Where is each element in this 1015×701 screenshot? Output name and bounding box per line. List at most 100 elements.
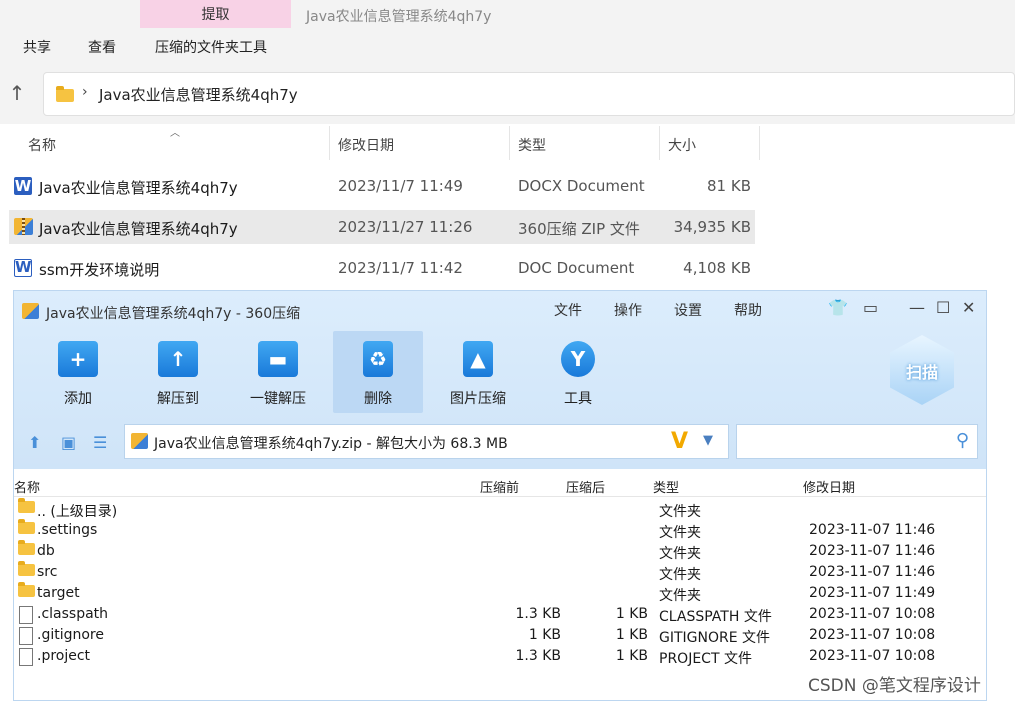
item-date: 2023-11-07 10:08 [809, 627, 936, 643]
scan-label: 扫描 [905, 363, 938, 382]
up-arrow-icon[interactable]: ↑ [6, 82, 28, 104]
item-size-before: 1.3 KB [515, 648, 562, 664]
v-badge-icon[interactable]: V [671, 429, 688, 454]
tab-extract[interactable]: 提取 [140, 0, 291, 28]
item-size-before: 1.3 KB [515, 606, 562, 622]
menu-help[interactable]: 帮助 [734, 300, 762, 320]
file-type: 360压缩 ZIP 文件 [518, 220, 640, 238]
item-type: 文件夹 [659, 567, 701, 583]
folder-icon [56, 86, 74, 102]
item-type: 文件夹 [659, 504, 701, 520]
item-type: 文件夹 [659, 546, 701, 562]
extract-to-label: 解压到 [157, 391, 199, 407]
ribbon-view[interactable]: 查看 [88, 37, 116, 57]
file-name: Java农业信息管理系统4qh7y [39, 220, 238, 238]
item-type: GITIGNORE 文件 [659, 630, 771, 646]
column-header-name[interactable]: 名称 [20, 126, 330, 160]
item-name: .. (上级目录) [37, 504, 118, 520]
menu-operate[interactable]: 操作 [614, 300, 642, 320]
folder-icon [18, 561, 35, 576]
list-view-icon[interactable]: ☰ [93, 433, 107, 452]
zip-col-date[interactable]: 修改日期 [803, 477, 855, 496]
extract-to-icon: ↑ [158, 341, 198, 377]
list-item[interactable]: .project 1.3 KB 1 KB PROJECT 文件 2023-11-… [14, 646, 986, 667]
extract-to-button[interactable]: ↑ 解压到 [133, 331, 223, 413]
address-bar[interactable]: › Java农业信息管理系统4qh7y [43, 72, 1015, 116]
delete-button[interactable]: ♻ 删除 [333, 331, 423, 413]
item-type: 文件夹 [659, 588, 701, 604]
one-click-extract-button[interactable]: ▬ 一键解压 [233, 331, 323, 413]
list-item[interactable]: src 文件夹 2023-11-07 11:46 [14, 561, 986, 583]
feedback-icon[interactable]: ▭ [863, 298, 878, 318]
up-level-icon[interactable]: ⬆ [28, 433, 41, 452]
minimize-icon[interactable]: — [909, 298, 925, 318]
column-header-size[interactable]: 大小 [660, 126, 760, 160]
scan-button[interactable]: 扫描 [890, 335, 954, 405]
list-item[interactable]: .. (上级目录) 文件夹 [14, 498, 986, 520]
ribbon-compressed-tools[interactable]: 压缩的文件夹工具 [155, 37, 267, 57]
list-item[interactable]: db 文件夹 2023-11-07 11:46 [14, 540, 986, 562]
item-name: src [37, 564, 58, 580]
chevron-down-icon[interactable]: ▼ [703, 433, 713, 448]
thumbnail-view-icon[interactable]: ▣ [61, 433, 76, 452]
image-compress-label: 图片压缩 [450, 391, 506, 407]
folder-icon [18, 498, 35, 513]
item-date: 2023-11-07 11:49 [809, 585, 936, 601]
list-item[interactable]: .settings 文件夹 2023-11-07 11:46 [14, 519, 986, 541]
file-size: 81 KB [707, 177, 751, 195]
column-header-type[interactable]: 类型 [510, 126, 660, 160]
file-name: Java农业信息管理系统4qh7y [39, 179, 238, 197]
tools-button[interactable]: Y 工具 [533, 331, 623, 413]
word-icon: W [14, 258, 32, 277]
zip-window-title: Java农业信息管理系统4qh7y - 360压缩 [46, 306, 301, 322]
add-icon: + [58, 341, 98, 377]
folder-icon [18, 582, 35, 597]
file-type: DOC Document [518, 259, 635, 277]
zip-col-after[interactable]: 压缩后 [566, 477, 605, 496]
file-icon [19, 627, 33, 645]
one-click-extract-icon: ▬ [258, 341, 298, 377]
ribbon-share[interactable]: 共享 [23, 37, 51, 57]
file-row[interactable]: W Java农业信息管理系统4qh7y 2023/11/7 11:49 DOCX… [9, 169, 755, 203]
chevron-right-icon[interactable]: › [82, 84, 88, 100]
item-name: target [37, 585, 80, 601]
item-size-before: 1 KB [528, 627, 561, 643]
image-compress-icon: ▲ [463, 341, 493, 377]
close-icon[interactable]: ✕ [962, 298, 975, 318]
add-button[interactable]: + 添加 [33, 331, 123, 413]
skin-icon[interactable]: 👕 [828, 298, 848, 318]
file-row[interactable]: W ssm开发环境说明 2023/11/7 11:42 DOC Document… [9, 251, 755, 285]
item-type: CLASSPATH 文件 [659, 609, 772, 625]
list-item[interactable]: .gitignore 1 KB 1 KB GITIGNORE 文件 2023-1… [14, 625, 986, 646]
menu-settings[interactable]: 设置 [674, 300, 702, 320]
watermark: CSDN @笔文程序设计 [808, 676, 981, 696]
zip-col-type[interactable]: 类型 [653, 477, 679, 496]
zip-window: Java农业信息管理系统4qh7y - 360压缩 文件 操作 设置 帮助 👕 … [13, 290, 987, 701]
file-date: 2023/11/27 11:26 [338, 218, 473, 236]
folder-icon [18, 540, 35, 555]
tools-label: 工具 [564, 391, 592, 407]
delete-label: 删除 [364, 391, 392, 407]
zip-col-name[interactable]: 名称 [14, 477, 40, 496]
image-compress-button[interactable]: ▲ 图片压缩 [433, 331, 523, 413]
item-date: 2023-11-07 11:46 [809, 543, 936, 559]
item-date: 2023-11-07 10:08 [809, 606, 936, 622]
list-item[interactable]: .classpath 1.3 KB 1 KB CLASSPATH 文件 2023… [14, 604, 986, 625]
zip-header: Java农业信息管理系统4qh7y - 360压缩 文件 操作 设置 帮助 👕 … [14, 291, 986, 469]
file-size: 34,935 KB [673, 218, 751, 236]
explorer-tab-bar: 提取 Java农业信息管理系统4qh7y [0, 0, 1015, 30]
search-icon[interactable]: ⚲ [956, 430, 969, 451]
maximize-icon[interactable]: ☐ [936, 298, 950, 318]
search-input[interactable]: ⚲ [736, 424, 978, 459]
archive-path-bar[interactable]: Java农业信息管理系统4qh7y.zip - 解包大小为 68.3 MB V … [124, 424, 729, 459]
file-row-selected[interactable]: Java农业信息管理系统4qh7y 2023/11/27 11:26 360压缩… [9, 210, 755, 244]
zip-col-before[interactable]: 压缩前 [480, 477, 519, 496]
file-size: 4,108 KB [683, 259, 751, 277]
column-header-date[interactable]: 修改日期 [330, 126, 510, 160]
item-size-after: 1 KB [615, 606, 648, 622]
list-item[interactable]: target 文件夹 2023-11-07 11:49 [14, 582, 986, 604]
menu-file[interactable]: 文件 [554, 300, 582, 320]
item-name: .gitignore [37, 627, 104, 643]
file-type: DOCX Document [518, 177, 645, 195]
file-icon [19, 648, 33, 666]
